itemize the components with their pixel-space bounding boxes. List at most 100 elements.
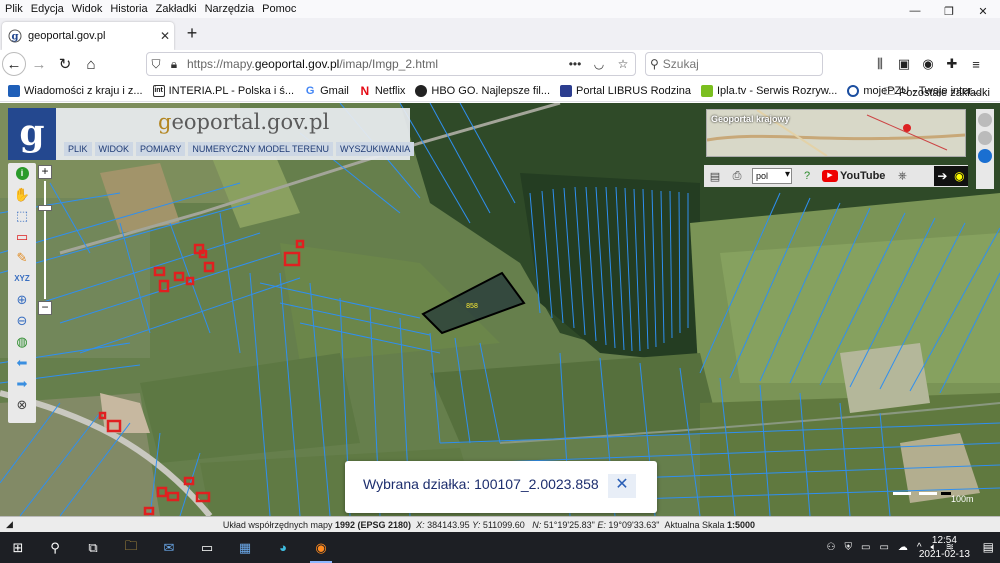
pencil-icon[interactable]: ✎: [8, 247, 36, 268]
bookmark-item[interactable]: Ipla.tv - Serwis Rozryw...: [700, 84, 837, 97]
hamburger-menu-icon[interactable]: ≡: [964, 52, 988, 76]
other-bookmarks[interactable]: 🗀︎ Pozostałe zakładki: [884, 83, 990, 102]
popup-close-icon[interactable]: ✕: [608, 474, 636, 498]
gp-menu-nmt[interactable]: NUMERYCZNY MODEL TERENU: [188, 142, 334, 156]
back-view-icon[interactable]: ⬅: [8, 352, 36, 373]
sidebar-icon[interactable]: ▣: [892, 52, 916, 76]
account-icon[interactable]: ◉: [916, 52, 940, 76]
geoportal-logo[interactable]: g: [8, 108, 56, 160]
geoportal-favicon-icon: g: [8, 29, 22, 43]
network-icon[interactable]: ▭: [861, 542, 870, 553]
gp-menu-plik[interactable]: PLIK: [64, 142, 92, 156]
select-red-icon[interactable]: ▭: [8, 226, 36, 247]
gp-menu-widok[interactable]: WIDOK: [94, 142, 134, 156]
tab-strip: g geoportal.gov.pl ✕ +: [0, 18, 1000, 50]
forward-arrow-icon[interactable]: →: [26, 52, 52, 76]
svg-text:g: g: [12, 32, 19, 43]
zoom-knob[interactable]: [38, 205, 52, 211]
cloud-icon[interactable]: ☁: [898, 542, 908, 553]
gp-menu-wyszukiwania[interactable]: WYSZUKIWANIA: [336, 142, 415, 156]
xyz-icon[interactable]: XYZ: [8, 268, 36, 289]
menu-item-plik[interactable]: Plik: [0, 3, 27, 15]
info-icon[interactable]: i: [8, 163, 36, 184]
home-icon[interactable]: ⌂: [78, 52, 104, 76]
extensions-icon[interactable]: ✚: [940, 52, 964, 76]
zoom-in-icon[interactable]: ⊕: [8, 289, 36, 310]
folder-icon: 🗀︎: [883, 86, 895, 98]
youtube-link[interactable]: ▶ YouTube: [822, 170, 885, 182]
notifications-icon[interactable]: ▤: [983, 540, 994, 554]
search-placeholder: Szukaj: [662, 57, 699, 71]
language-select[interactable]: pol: [752, 168, 792, 184]
zoom-track[interactable]: [44, 181, 46, 299]
pan-hand-icon[interactable]: ✋: [8, 184, 36, 205]
bookmark-item[interactable]: Portal LIBRUS Rodzina: [560, 84, 691, 97]
mail-icon[interactable]: ✉: [150, 532, 188, 563]
globe-icon[interactable]: ◍: [8, 331, 36, 352]
back-arrow-icon[interactable]: ←: [2, 52, 26, 76]
clock[interactable]: 12:54 2021-02-13: [919, 534, 970, 562]
clock-time: 12:54: [931, 535, 957, 546]
library-icon[interactable]: ⫼: [868, 52, 892, 76]
people-icon[interactable]: ⚇: [827, 542, 836, 553]
gp-menu-pomiary[interactable]: POMIARY: [136, 142, 186, 156]
page-actions-icon[interactable]: •••: [563, 57, 587, 71]
menu-item-historia[interactable]: Historia: [106, 3, 151, 15]
accessibility-button[interactable]: ➔ ◉: [934, 166, 968, 186]
zoom-plus-button[interactable]: +: [38, 165, 52, 179]
menu-item-zakladki[interactable]: Zakładki: [152, 3, 201, 15]
terminal-icon[interactable]: ▭: [188, 532, 226, 563]
search-input[interactable]: ⚲ Szukaj: [645, 52, 823, 76]
bookmark-star-icon[interactable]: ☆: [611, 57, 635, 71]
reload-icon[interactable]: ↻: [52, 52, 78, 76]
tab-close-icon[interactable]: ✕: [156, 29, 174, 43]
visibility-icon[interactable]: [978, 149, 992, 163]
print-icon[interactable]: ⎙: [726, 167, 748, 185]
task-view-icon[interactable]: ⧉: [74, 532, 112, 563]
shield-icon[interactable]: ⛉: [147, 57, 165, 72]
url-text[interactable]: https://mapy.geoportal.gov.pl/imap/Imgp_…: [183, 57, 563, 71]
legend-icon[interactable]: ▤: [704, 167, 726, 185]
tab-geoportal[interactable]: g geoportal.gov.pl ✕: [2, 22, 174, 50]
status-resize-icon[interactable]: ◢: [6, 519, 13, 530]
geoportal-krajowy-panel[interactable]: Geoportal krajowy: [706, 109, 966, 157]
new-tab-button[interactable]: +: [180, 22, 204, 46]
menu-item-widok[interactable]: Widok: [68, 3, 107, 15]
bookmark-item[interactable]: Wiadomości z kraju i z...: [8, 84, 143, 97]
search-taskbar-icon[interactable]: ⚲: [36, 532, 74, 563]
menu-item-pomoc[interactable]: Pomoc: [258, 3, 300, 15]
side-tool-icon[interactable]: [978, 131, 992, 145]
menu-bar: Plik Edycja Widok Historia Zakładki Narz…: [0, 0, 1000, 18]
menu-item-narzedzia[interactable]: Narzędzia: [201, 3, 259, 15]
bookmark-item[interactable]: int INTERIA.PL - Polska i ś...: [152, 84, 294, 97]
zoom-slider[interactable]: + −: [38, 165, 52, 315]
right-toolbar: ▤ ⎙ pol ? ▶YouTube ⎈ ➔◉: [704, 165, 968, 187]
forward-view-icon[interactable]: ➡: [8, 373, 36, 394]
side-tool-icon[interactable]: [978, 113, 992, 127]
bookmark-item[interactable]: N Netflix: [359, 85, 406, 97]
pocket-icon[interactable]: ◡: [587, 57, 611, 71]
lock-icon[interactable]: 🔒︎: [165, 57, 183, 72]
menu-item-edycja[interactable]: Edycja: [27, 3, 68, 15]
y-value: 511099.60: [482, 519, 525, 530]
file-explorer-icon[interactable]: 🗀︎: [112, 532, 150, 563]
battery-icon[interactable]: ▭: [879, 542, 888, 553]
parcel-popup-text: Wybrana działka: 100107_2.0023.858: [363, 476, 599, 492]
compass-icon[interactable]: ⊗: [8, 394, 36, 415]
app-icon[interactable]: ▦: [226, 532, 264, 563]
wheel-icon[interactable]: ⎈: [891, 167, 913, 185]
zoom-minus-button[interactable]: −: [38, 301, 52, 315]
edge-icon[interactable]: ◕: [264, 532, 302, 563]
bookmark-item[interactable]: G Gmail: [304, 85, 349, 97]
security-icon[interactable]: ⛨: [845, 542, 853, 553]
youtube-play-icon: ▶: [822, 170, 838, 182]
windows-start-icon[interactable]: ⊞: [0, 532, 36, 563]
select-area-icon[interactable]: ⬚: [8, 205, 36, 226]
zoom-out-icon[interactable]: ⊖: [8, 310, 36, 331]
help-icon[interactable]: ?: [796, 167, 818, 185]
scale-segment: [893, 492, 911, 495]
map-view[interactable]: 858 g geoportal.gov.pl PLIK WIDOK POMIAR…: [0, 103, 1000, 516]
firefox-icon[interactable]: ◉: [302, 532, 340, 563]
url-bar[interactable]: ⛉ 🔒︎ https://mapy.geoportal.gov.pl/imap/…: [146, 52, 636, 76]
bookmark-item[interactable]: HBO GO. Najlepsze fil...: [415, 84, 550, 97]
